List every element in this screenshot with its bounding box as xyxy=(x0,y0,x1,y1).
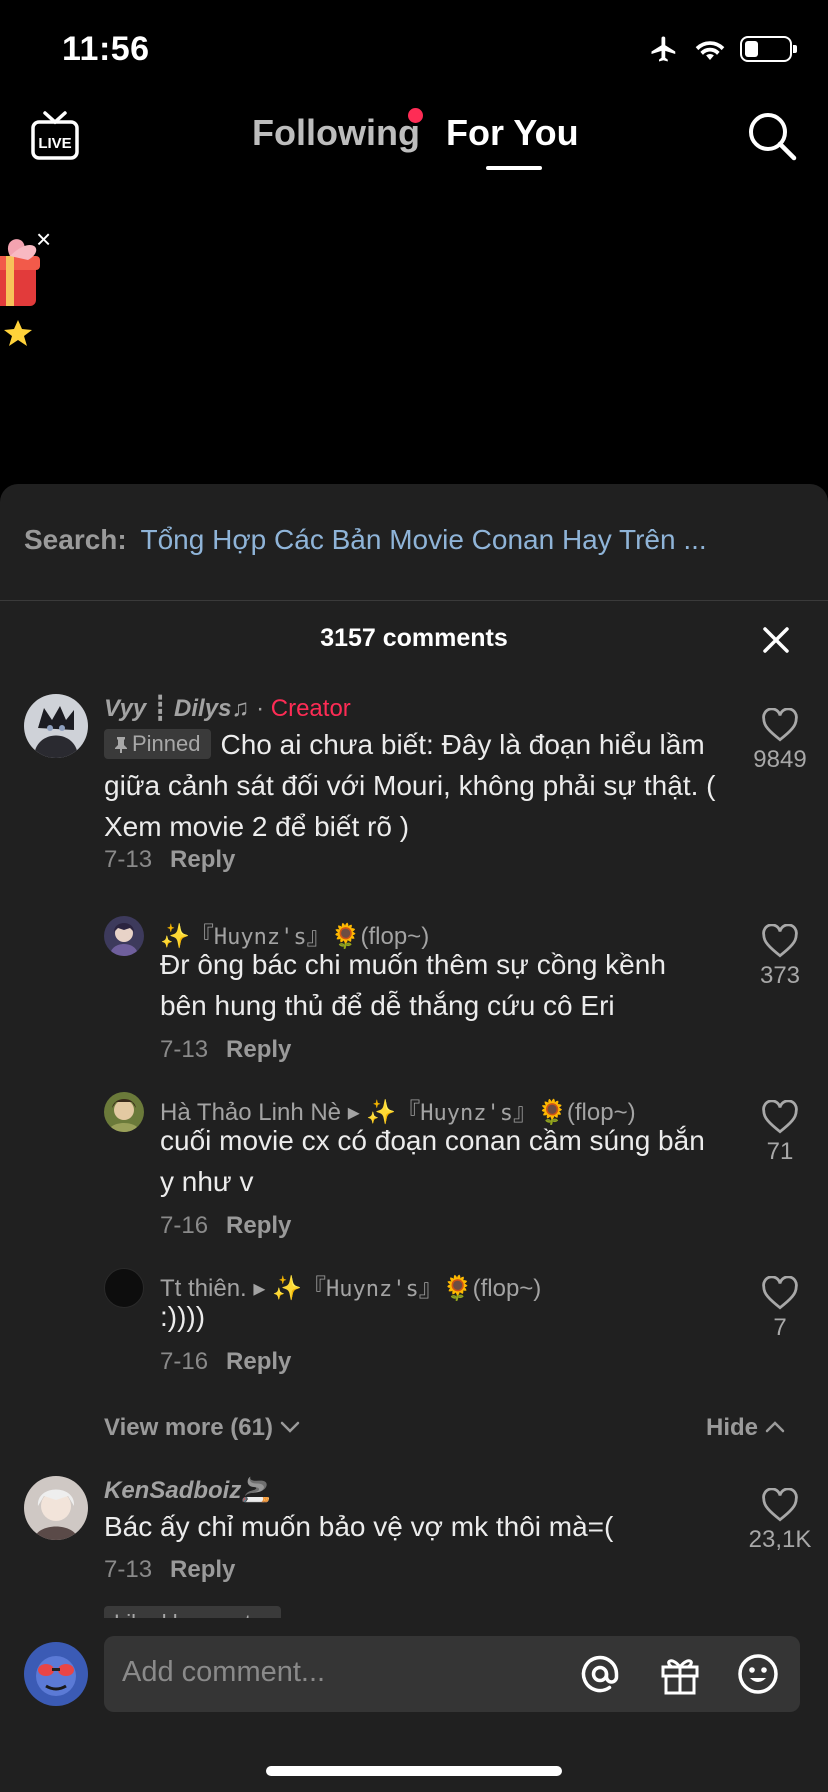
reply-button[interactable]: Reply xyxy=(226,1036,291,1063)
tab-for-you[interactable]: For You xyxy=(446,112,579,154)
top-nav: LIVE Following For You xyxy=(0,100,828,180)
comment-text[interactable]: Bác ấy chỉ muốn bảo vệ vợ mk thôi mà=( xyxy=(104,1506,724,1547)
emoji-icon[interactable] xyxy=(736,1652,780,1696)
hide-replies-button[interactable]: Hide xyxy=(706,1414,785,1442)
comment-text[interactable]: :)))) xyxy=(160,1296,720,1337)
comment-input-bar: Add comment... xyxy=(0,1618,828,1792)
like-count: 71 xyxy=(766,1138,794,1165)
avatar[interactable] xyxy=(104,1092,144,1132)
like-button[interactable]: 373 xyxy=(740,924,820,990)
comment-input-placeholder: Add comment... xyxy=(122,1656,326,1688)
avatar[interactable] xyxy=(24,1476,88,1540)
search-icon[interactable] xyxy=(746,110,798,162)
comment-count: 3157 comments xyxy=(320,624,508,652)
comment-date: 7-13 xyxy=(104,846,153,873)
heart-icon xyxy=(762,1276,798,1310)
mention-icon[interactable] xyxy=(578,1652,622,1696)
pinned-badge: Pinned xyxy=(104,729,211,759)
comment-date: 7-13 xyxy=(160,1036,209,1063)
like-count: 23,1K xyxy=(748,1526,812,1553)
gift-close-icon[interactable]: × xyxy=(36,226,51,252)
comment-author[interactable]: KenSadboiz🚬 xyxy=(104,1476,271,1505)
heart-icon xyxy=(762,1488,798,1522)
tab-following[interactable]: Following xyxy=(252,112,420,154)
comment-text[interactable]: Pinned Cho ai chưa biết: Đây là đoạn hiểu… xyxy=(104,724,724,847)
comment-meta: 7-13 Reply xyxy=(160,1036,291,1064)
reply-button[interactable]: Reply xyxy=(170,846,235,873)
heart-icon xyxy=(762,924,798,958)
like-count: 373 xyxy=(759,962,801,989)
comment-date: 7-16 xyxy=(160,1212,209,1239)
status-time: 11:56 xyxy=(62,30,150,68)
comment-text[interactable]: Đr ông bác chi muốn thêm sự cồng kềnh bê… xyxy=(160,944,720,1026)
notification-dot xyxy=(408,108,423,123)
home-indicator[interactable] xyxy=(266,1766,562,1776)
airplane-icon xyxy=(651,36,676,62)
comment-date: 7-16 xyxy=(160,1348,209,1375)
comment-date: 7-13 xyxy=(104,1556,153,1583)
pin-icon xyxy=(115,737,127,753)
like-count: 9849 xyxy=(753,746,807,773)
live-icon[interactable]: LIVE xyxy=(30,110,80,162)
reply-button[interactable]: Reply xyxy=(170,1556,235,1583)
close-icon[interactable] xyxy=(758,622,794,658)
wifi-icon xyxy=(695,41,725,61)
like-button[interactable]: 71 xyxy=(740,1100,820,1166)
gift-icon[interactable] xyxy=(658,1652,702,1696)
avatar[interactable] xyxy=(24,1642,88,1706)
search-query-link[interactable]: Tổng Hợp Các Bản Movie Conan Hay Trên ..… xyxy=(141,524,707,555)
chevron-down-icon xyxy=(280,1421,299,1433)
status-bar: 11:56 xyxy=(0,0,828,100)
creator-badge: Creator xyxy=(270,695,351,722)
comment-input[interactable]: Add comment... xyxy=(104,1636,800,1712)
like-button[interactable]: 9849 xyxy=(740,708,820,774)
comment-author[interactable]: Vyy ┋ Dilys♫ · Creator xyxy=(104,694,351,723)
chevron-up-icon xyxy=(765,1421,784,1433)
like-count: 7 xyxy=(773,1314,787,1341)
search-label: Search: xyxy=(24,524,127,555)
comment-meta: 7-16 Reply xyxy=(160,1212,291,1240)
comment-meta: 7-13 Reply xyxy=(104,1556,235,1584)
like-button[interactable]: 23,1K xyxy=(740,1488,820,1554)
comment-meta: 7-13 Reply xyxy=(104,846,235,874)
divider xyxy=(0,600,828,601)
heart-icon xyxy=(762,708,798,742)
related-search[interactable]: Search: Tổng Hợp Các Bản Movie Conan Hay… xyxy=(24,524,814,556)
reply-button[interactable]: Reply xyxy=(226,1212,291,1239)
avatar[interactable] xyxy=(104,916,144,956)
reply-item: Tt thiên. ▸ ✨『Huynz's』🌻(flop~) :)))) 7-1… xyxy=(0,1268,828,1388)
comment-sheet: Search: Tổng Hợp Các Bản Movie Conan Hay… xyxy=(0,484,828,1792)
like-button[interactable]: 7 xyxy=(740,1276,820,1342)
comment-text[interactable]: cuối movie cx có đoạn conan cầm súng bắn… xyxy=(160,1120,720,1202)
reply-item: ✨『Huynz's』🌻(flop~) Đr ông bác chi muốn t… xyxy=(0,916,828,1076)
heart-icon xyxy=(762,1100,798,1134)
battery-icon xyxy=(740,36,797,62)
reply-button[interactable]: Reply xyxy=(226,1348,291,1375)
active-tab-indicator xyxy=(486,166,542,170)
comment-meta: 7-16 Reply xyxy=(160,1348,291,1376)
comment-item: Vyy ┋ Dilys♫ · Creator Pinned Cho ai chưa… xyxy=(0,694,828,894)
svg-text:LIVE: LIVE xyxy=(38,135,71,152)
status-icons xyxy=(648,34,797,64)
view-more-replies-button[interactable]: View more (61) xyxy=(104,1414,300,1442)
avatar[interactable] xyxy=(24,694,88,758)
reply-item: Hà Thảo Linh Nè ▸ ✨『Huynz's』🌻(flop~) cuố… xyxy=(0,1092,828,1252)
avatar[interactable] xyxy=(104,1268,144,1308)
